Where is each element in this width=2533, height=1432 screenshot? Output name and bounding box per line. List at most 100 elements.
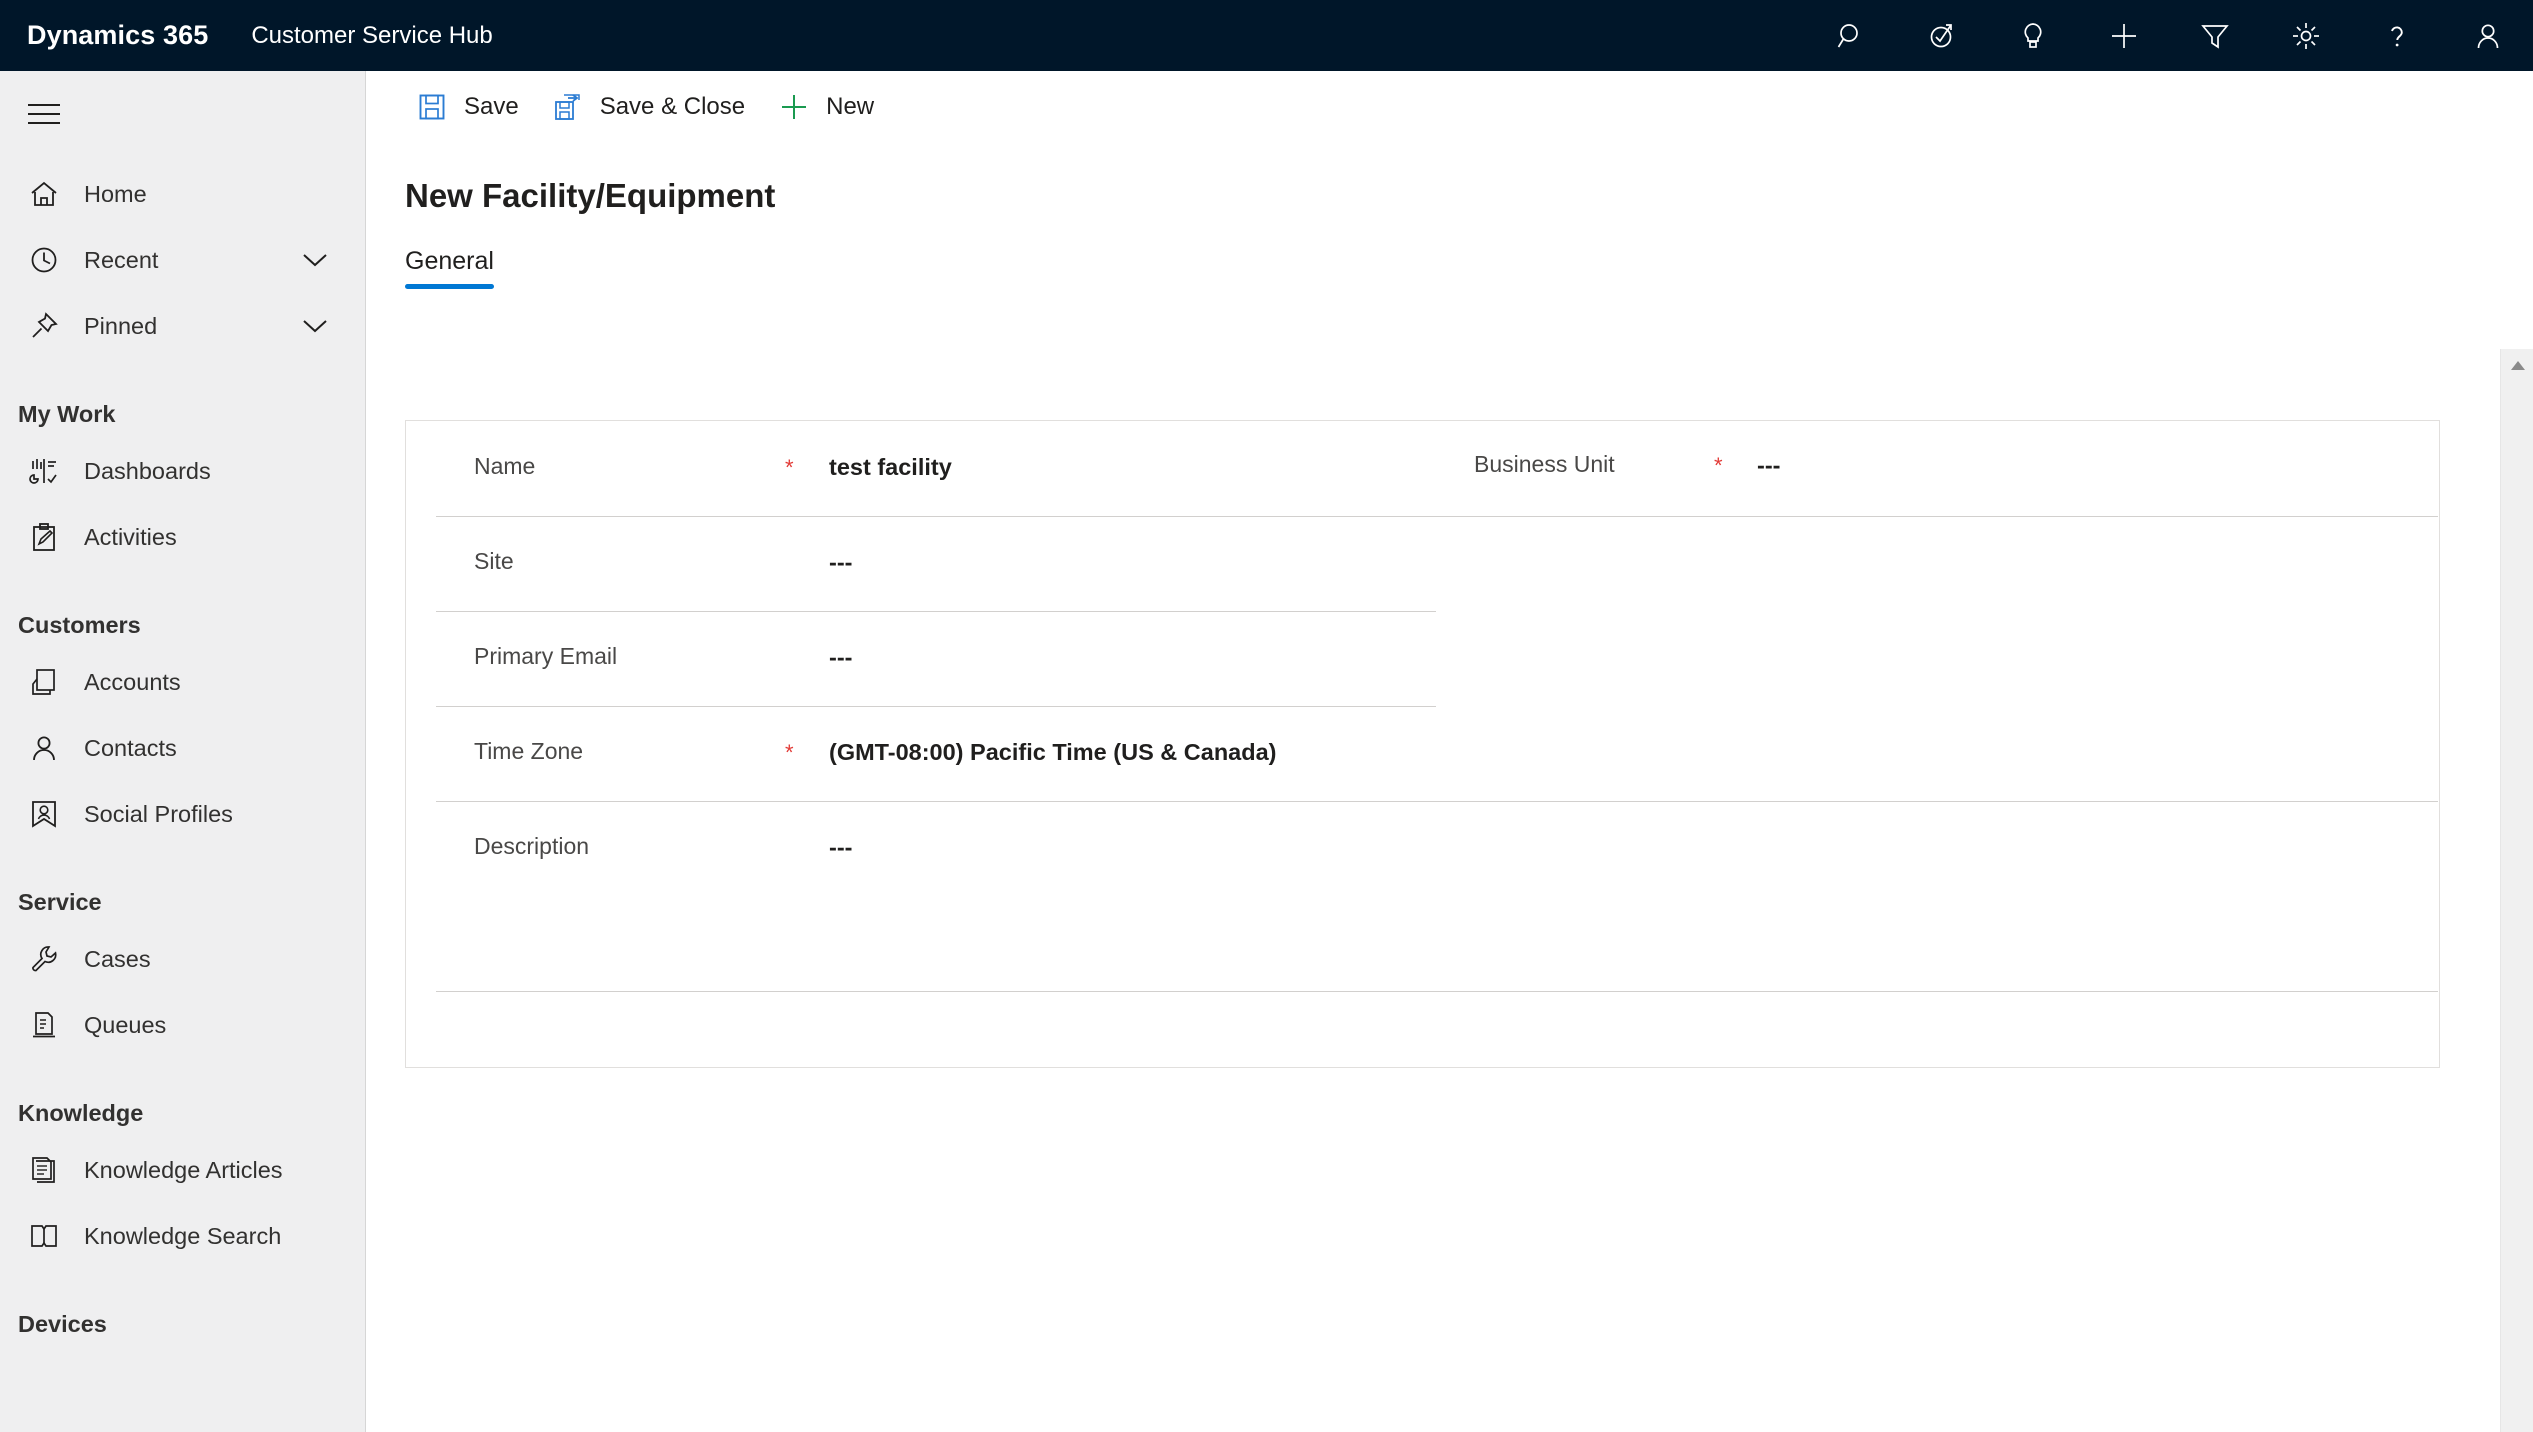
assistant-check-icon[interactable] [1896, 0, 1987, 71]
sidebar-item-accounts[interactable]: Accounts [0, 649, 365, 715]
field-label: Business Unit [1474, 451, 1615, 477]
field-site[interactable]: Site --- [474, 548, 1434, 575]
sidebar-item-queues[interactable]: Queues [0, 992, 365, 1058]
field-value: --- [829, 644, 853, 670]
sidebar-item-recent[interactable]: Recent [0, 227, 365, 293]
sidebar-item-dashboards[interactable]: Dashboards [0, 438, 365, 504]
sidebar-item-social-profiles[interactable]: Social Profiles [0, 781, 365, 847]
question-icon[interactable] [2351, 0, 2442, 71]
sidebar-group-service: Service [18, 889, 102, 915]
activities-icon [23, 522, 65, 552]
sidebar-item-label: Cases [84, 945, 151, 972]
save-and-close-button[interactable]: Save & Close [535, 79, 761, 135]
field-label: Site [474, 548, 514, 574]
field-separator [436, 611, 1436, 612]
book-icon [23, 1221, 65, 1251]
lightbulb-icon[interactable] [1987, 0, 2078, 71]
hamburger-menu-icon[interactable] [14, 83, 74, 145]
sidebar: Home Recent Pinned My Work Dashboards Ac… [0, 71, 366, 1432]
sidebar-item-knowledge-articles[interactable]: Knowledge Articles [0, 1137, 365, 1203]
command-bar: Save Save & Close New [367, 71, 2533, 143]
sidebar-item-knowledge-search[interactable]: Knowledge Search [0, 1203, 365, 1269]
sidebar-group-devices: Devices [18, 1311, 107, 1337]
required-marker: * [1714, 453, 1723, 478]
scrollbar-thumb[interactable] [2505, 382, 2530, 632]
field-name[interactable]: Name * test facility [474, 453, 1434, 480]
required-marker: * [785, 740, 794, 765]
save-and-close-button-label: Save & Close [599, 93, 746, 120]
field-description[interactable]: Description --- [474, 833, 1874, 860]
clock-icon [23, 245, 65, 275]
sidebar-item-label: Knowledge Search [84, 1222, 282, 1249]
scroll-up-arrow-icon[interactable] [2501, 349, 2533, 382]
field-value: --- [829, 549, 853, 575]
app-title: Customer Service Hub [251, 21, 493, 49]
form-grid: Name * test facility Site --- Primary Em… [406, 421, 2439, 1067]
sidebar-item-home[interactable]: Home [0, 161, 365, 227]
accounts-icon [23, 667, 65, 697]
sidebar-item-label: Activities [84, 523, 177, 550]
sidebar-item-label: Contacts [84, 734, 177, 761]
sidebar-item-label: Recent [84, 246, 159, 273]
chevron-down-icon[interactable] [302, 318, 328, 334]
pin-icon [23, 311, 65, 341]
field-time-zone[interactable]: Time Zone * (GMT-08:00) Pacific Time (US… [474, 738, 1874, 765]
header-icon-group [1805, 0, 2533, 71]
filter-icon[interactable] [2169, 0, 2260, 71]
field-label: Description [474, 833, 590, 859]
sidebar-item-pinned[interactable]: Pinned [0, 293, 365, 359]
person-icon[interactable] [2442, 0, 2533, 71]
sidebar-item-activities[interactable]: Activities [0, 504, 365, 570]
article-icon [23, 1155, 65, 1185]
sidebar-item-label: Queues [84, 1011, 167, 1038]
sidebar-item-contacts[interactable]: Contacts [0, 715, 365, 781]
field-label: Time Zone [474, 738, 584, 764]
plus-icon[interactable] [2078, 0, 2169, 71]
sidebar-item-label: Dashboards [84, 457, 211, 484]
sidebar-item-label: Home [84, 180, 147, 207]
new-button[interactable]: New [761, 79, 890, 135]
sidebar-group-customers: Customers [18, 612, 141, 638]
app-header: Dynamics 365 Customer Service Hub [0, 0, 2533, 71]
save-button-label: Save [464, 93, 519, 120]
field-business-unit[interactable]: Business Unit * --- [1474, 451, 2374, 478]
field-value: --- [829, 834, 853, 860]
search-icon[interactable] [1805, 0, 1896, 71]
field-label: Primary Email [474, 643, 618, 669]
field-separator [436, 991, 2438, 992]
page-title: New Facility/Equipment [405, 177, 776, 214]
new-button-label: New [826, 93, 875, 120]
field-separator [436, 706, 1436, 707]
field-separator [436, 516, 2438, 517]
field-label: Name [474, 453, 536, 479]
home-icon [23, 179, 65, 209]
field-separator [436, 801, 2438, 802]
field-value: (GMT-08:00) Pacific Time (US & Canada) [829, 739, 1277, 765]
social-profile-icon [23, 799, 65, 829]
dashboard-icon [23, 456, 65, 486]
plus-icon [777, 92, 811, 122]
sidebar-item-cases[interactable]: Cases [0, 926, 365, 992]
sidebar-group-knowledge: Knowledge [18, 1100, 144, 1126]
required-marker: * [785, 455, 794, 480]
sidebar-item-label: Pinned [84, 312, 158, 339]
queue-icon [23, 1010, 65, 1040]
tab-general[interactable]: General [405, 247, 494, 289]
contact-icon [23, 733, 65, 763]
sidebar-item-label: Knowledge Articles [84, 1156, 283, 1183]
tab-strip: General [405, 247, 2533, 289]
vertical-scrollbar[interactable] [2500, 349, 2533, 1432]
main-content: New Facility/Equipment General Name * te… [367, 143, 2533, 1432]
save-button[interactable]: Save [399, 79, 535, 135]
field-primary-email[interactable]: Primary Email --- [474, 643, 1434, 670]
chevron-down-icon[interactable] [302, 252, 328, 268]
sidebar-item-label: Accounts [84, 668, 181, 695]
field-value: test facility [829, 454, 952, 480]
app-brand: Dynamics 365 [27, 20, 209, 50]
sidebar-group-my-work: My Work [18, 401, 116, 427]
save-close-icon [551, 92, 585, 122]
gear-icon[interactable] [2260, 0, 2351, 71]
sidebar-item-label: Social Profiles [84, 800, 233, 827]
wrench-icon [23, 944, 65, 974]
